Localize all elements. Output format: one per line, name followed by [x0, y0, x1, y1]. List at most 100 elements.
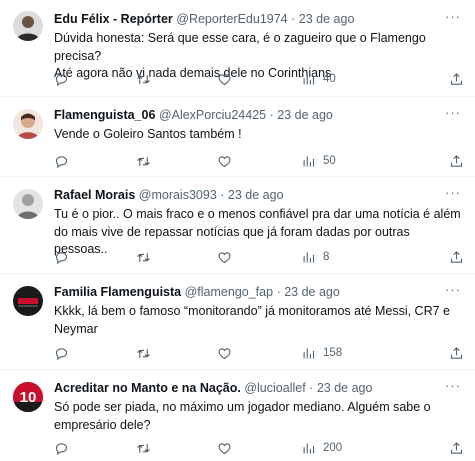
views-count: 8: [323, 251, 330, 263]
reply-tweet[interactable]: Familia Flamenguista @flamengo_fap · 23 …: [0, 274, 475, 370]
reply-tweet[interactable]: 10 Acreditar no Manto e na Nação. @lucio…: [0, 370, 475, 461]
more-options-button[interactable]: ···: [445, 105, 461, 120]
views-count: 158: [323, 347, 343, 359]
tweet-header: Familia Flamenguista @flamengo_fap · 23 …: [54, 284, 447, 300]
share-icon: [450, 346, 463, 359]
timestamp[interactable]: 23 de ago: [299, 12, 355, 26]
retweet-button[interactable]: [136, 249, 151, 265]
retweet-button[interactable]: [136, 440, 151, 456]
heart-icon: [218, 73, 231, 85]
tweet-text-line: Vende o Goleiro Santos também !: [54, 127, 242, 141]
user-handle[interactable]: @flamengo_fap: [185, 285, 273, 299]
reply-button[interactable]: [54, 345, 69, 361]
like-button[interactable]: [217, 153, 232, 169]
reply-button[interactable]: [54, 249, 69, 265]
retweet-icon: [137, 252, 150, 262]
reply-feed: Edu Félix - Repórter @ReporterEdu1974 · …: [0, 0, 475, 461]
avatar[interactable]: [13, 109, 43, 139]
action-bar: 200: [54, 440, 464, 456]
avatar[interactable]: [13, 189, 43, 219]
share-icon: [450, 250, 463, 263]
retweet-button[interactable]: [136, 71, 151, 87]
tweet-text-line: Tu é o pior.. O mais fraco e o menos con…: [54, 207, 461, 221]
display-name[interactable]: Flamenguista_06: [54, 108, 155, 122]
tweet-text: Só pode ser piada, no máximo um jogador …: [54, 399, 463, 434]
tweet-text-line: Só pode ser piada, no máximo um jogador …: [54, 400, 431, 414]
share-button[interactable]: [449, 153, 464, 169]
views-counter[interactable]: 50: [301, 153, 336, 169]
tweet-header: Acreditar no Manto e na Nação. @lucioall…: [54, 380, 447, 396]
heart-icon: [218, 155, 231, 167]
share-button[interactable]: [449, 440, 464, 456]
jersey-number-avatar-icon: 10: [13, 382, 43, 412]
views-counter[interactable]: 8: [301, 249, 329, 265]
tweet-text: Kkkk, lá bem o famoso “monitorando” já m…: [54, 303, 463, 338]
views-counter[interactable]: 200: [301, 440, 342, 456]
retweet-icon: [137, 443, 150, 453]
heart-icon: [218, 251, 231, 263]
avatar[interactable]: 10: [13, 382, 43, 412]
like-button[interactable]: [217, 249, 232, 265]
reply-tweet[interactable]: Edu Félix - Repórter @ReporterEdu1974 · …: [0, 0, 475, 97]
avatar-photo-icon: [13, 109, 43, 139]
share-button[interactable]: [449, 71, 464, 87]
heart-icon: [218, 347, 231, 359]
reply-tweet[interactable]: Rafael Morais @morais3093 · 23 de ago ··…: [0, 177, 475, 274]
tweet-text-line: Neymar: [54, 321, 98, 336]
reply-button[interactable]: [54, 71, 69, 87]
like-button[interactable]: [217, 440, 232, 456]
bar-chart-icon: [303, 74, 315, 84]
display-name[interactable]: Familia Flamenguista: [54, 285, 181, 299]
user-handle[interactable]: @morais3093: [139, 188, 217, 202]
share-icon: [450, 441, 463, 454]
bar-chart-icon: [303, 252, 315, 262]
display-name[interactable]: Acreditar no Manto e na Nação.: [54, 381, 241, 395]
more-options-button[interactable]: ···: [445, 185, 461, 200]
avatar[interactable]: [13, 286, 43, 316]
avatar[interactable]: [13, 11, 43, 41]
share-button[interactable]: [449, 249, 464, 265]
bar-chart-icon: [303, 443, 315, 453]
like-button[interactable]: [217, 71, 232, 87]
separator-dot: ·: [291, 12, 296, 26]
retweet-button[interactable]: [136, 153, 151, 169]
avatar-photo-icon: [13, 189, 43, 219]
tweet-header: Flamenguista_06 @AlexPorciu24425 · 23 de…: [54, 107, 447, 123]
user-handle[interactable]: @lucioallef: [244, 381, 305, 395]
reply-button[interactable]: [54, 440, 69, 456]
reply-icon: [55, 155, 68, 168]
views-count: 200: [323, 442, 343, 454]
reply-icon: [55, 73, 68, 86]
timestamp[interactable]: 23 de ago: [277, 108, 333, 122]
tweet-text-line: Dúvida honesta: Será que esse cara, é o …: [54, 31, 426, 63]
more-options-button[interactable]: ···: [445, 378, 461, 393]
views-counter[interactable]: 40: [301, 71, 336, 87]
user-handle[interactable]: @ReporterEdu1974: [176, 12, 287, 26]
tweet-header: Rafael Morais @morais3093 · 23 de ago: [54, 187, 447, 203]
share-icon: [450, 72, 463, 85]
action-bar: 8: [54, 249, 464, 265]
reply-button[interactable]: [54, 153, 69, 169]
views-counter[interactable]: 158: [301, 345, 342, 361]
retweet-icon: [137, 74, 150, 84]
share-button[interactable]: [449, 345, 464, 361]
like-button[interactable]: [217, 345, 232, 361]
views-count: 40: [323, 73, 336, 85]
separator-dot: ·: [269, 108, 274, 122]
tweet-text: Vende o Goleiro Santos também !: [54, 126, 463, 144]
more-options-button[interactable]: ···: [445, 9, 461, 24]
reply-icon: [55, 251, 68, 264]
user-handle[interactable]: @AlexPorciu24425: [159, 108, 266, 122]
share-icon: [450, 154, 463, 167]
display-name[interactable]: Rafael Morais: [54, 188, 135, 202]
more-options-button[interactable]: ···: [445, 282, 461, 297]
retweet-button[interactable]: [136, 345, 151, 361]
avatar-jersey-number: 10: [20, 389, 37, 406]
timestamp[interactable]: 23 de ago: [284, 285, 340, 299]
timestamp[interactable]: 23 de ago: [228, 188, 284, 202]
display-name[interactable]: Edu Félix - Repórter: [54, 12, 173, 26]
reply-tweet[interactable]: Flamenguista_06 @AlexPorciu24425 · 23 de…: [0, 97, 475, 177]
bar-chart-icon: [303, 348, 315, 358]
timestamp[interactable]: 23 de ago: [317, 381, 373, 395]
views-count: 50: [323, 155, 336, 167]
